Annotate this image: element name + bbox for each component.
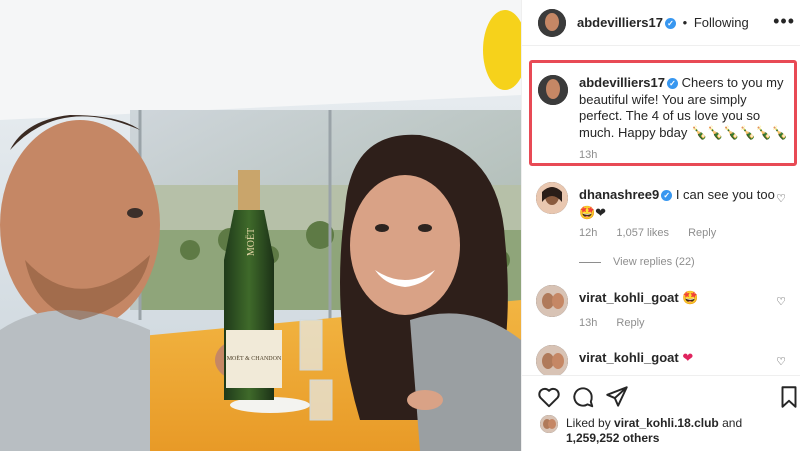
comment-item: virat_kohli_goat 🤩 ♡ 13h Reply <box>536 285 796 340</box>
likes-summary: Liked by virat_kohli.18.club and 1,259,2… <box>566 416 742 446</box>
heart-icon[interactable] <box>536 384 562 410</box>
likes-others[interactable]: 1,259,252 others <box>566 431 659 445</box>
comments-list[interactable]: abdevilliers17 ✓ Cheers to you my beautif… <box>522 47 800 375</box>
comment-like-icon[interactable]: ♡ <box>776 295 786 308</box>
caption-avatar[interactable] <box>538 75 568 105</box>
share-icon[interactable] <box>604 384 630 410</box>
author-avatar[interactable] <box>538 9 566 37</box>
comment-emoji: 🤩 <box>682 290 699 305</box>
author-username[interactable]: abdevilliers17 <box>577 15 663 30</box>
bottle-brand-text: MOËT <box>245 228 257 256</box>
reply-button[interactable]: Reply <box>688 227 716 239</box>
comment-time: 12h <box>579 227 598 239</box>
liker-username[interactable]: virat_kohli.18.club <box>614 416 719 430</box>
comment-body: dhanashree9 ✓ I can see you too 🤩❤ <box>579 186 779 222</box>
commenter-username[interactable]: virat_kohli_goat <box>579 350 679 365</box>
separator-dot: • <box>682 15 688 30</box>
verified-icon: ✓ <box>661 190 673 202</box>
liker-avatar[interactable] <box>540 415 558 433</box>
commenter-username[interactable]: virat_kohli_goat <box>579 290 679 305</box>
following-button[interactable]: Following <box>694 15 749 30</box>
comment-icon[interactable] <box>570 384 596 410</box>
comment-meta: 12h 1,057 likes Reply <box>579 227 732 239</box>
couple-photo: MOËT MOËT & CHANDON <box>0 0 521 451</box>
view-replies-label: View replies (22) <box>613 256 695 268</box>
comment-likes[interactable]: 1,057 likes <box>616 227 669 239</box>
replies-divider <box>579 261 601 263</box>
likes-prefix: Liked by <box>566 416 611 430</box>
commenter-avatar[interactable] <box>536 345 568 375</box>
comment-emoji: ❤ <box>682 350 694 365</box>
post-photo[interactable]: MOËT MOËT & CHANDON <box>0 0 521 451</box>
bookmark-icon[interactable] <box>776 384 800 410</box>
comment-text: I can see you too <box>675 187 775 202</box>
caption-time: 13h <box>579 149 598 161</box>
commenter-avatar[interactable] <box>536 285 568 317</box>
comment-like-icon[interactable]: ♡ <box>776 192 786 205</box>
header-name-row: abdevilliers17 ✓ • Following <box>577 15 749 30</box>
verified-icon: ✓ <box>667 78 678 90</box>
comment-body: virat_kohli_goat ❤ <box>579 349 779 367</box>
comment-body: virat_kohli_goat 🤩 <box>579 289 779 307</box>
likes-and: and <box>722 416 743 430</box>
view-replies-button[interactable]: View replies (22) <box>579 256 695 268</box>
commenter-avatar[interactable] <box>536 182 568 214</box>
comment-item: dhanashree9 ✓ I can see you too 🤩❤ ♡ 12h … <box>536 182 796 277</box>
verified-icon: ✓ <box>665 18 676 30</box>
caption: abdevilliers17 ✓ Cheers to you my beautif… <box>579 75 791 164</box>
comment-time: 13h <box>579 317 598 329</box>
commenter-username[interactable]: dhanashree9 <box>579 187 659 202</box>
comment-item: virat_kohli_goat ❤ ♡ <box>536 345 796 375</box>
reply-button[interactable]: Reply <box>616 317 644 329</box>
comment-emoji: 🤩❤ <box>579 205 607 220</box>
action-bar: Liked by virat_kohli.18.club and 1,259,2… <box>522 375 800 451</box>
more-icon[interactable]: ••• <box>773 11 795 32</box>
post-sidebar: abdevilliers17 ✓ • Following ••• abdevill… <box>521 0 800 451</box>
post-header: abdevilliers17 ✓ • Following ••• <box>522 0 800 46</box>
bottle-label-text: MOËT & CHANDON <box>227 355 282 362</box>
caption-username[interactable]: abdevilliers17 <box>579 75 665 90</box>
comment-meta: 13h Reply <box>579 317 661 329</box>
comment-like-icon[interactable]: ♡ <box>776 355 786 368</box>
